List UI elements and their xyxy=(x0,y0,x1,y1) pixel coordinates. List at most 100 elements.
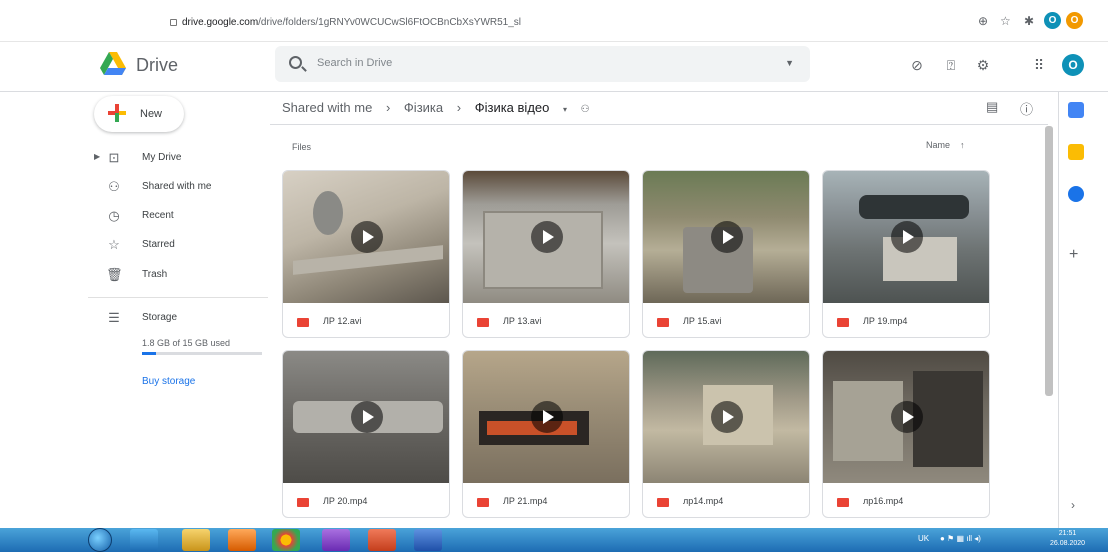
clock[interactable]: 21:51 26.08.2020 xyxy=(1050,529,1085,549)
list-view-icon[interactable]: ▤ xyxy=(986,99,998,115)
new-button[interactable]: New xyxy=(94,96,184,132)
sort-by-name-button[interactable]: Name ↑ xyxy=(926,140,965,150)
search-icon[interactable] xyxy=(289,56,302,69)
settings-gear-icon[interactable]: ⚙ xyxy=(974,56,992,74)
video-thumbnail[interactable] xyxy=(463,171,629,303)
sidebar-item-label: Shared with me xyxy=(142,181,212,192)
sort-label: Name xyxy=(926,140,951,150)
new-button-label: New xyxy=(140,108,163,120)
play-icon[interactable] xyxy=(531,401,563,433)
powerpoint-icon[interactable] xyxy=(368,529,396,551)
keep-icon[interactable] xyxy=(1068,144,1084,160)
people-icon: ⚇ xyxy=(108,179,120,194)
sidebar-item-label: Starred xyxy=(142,239,175,250)
extensions-icon[interactable]: ✱ xyxy=(1024,14,1034,28)
apps-grid-icon[interactable]: ⠿ xyxy=(1030,56,1048,74)
breadcrumb-separator: › xyxy=(385,100,391,115)
video-thumbnail[interactable] xyxy=(283,171,449,303)
play-icon[interactable] xyxy=(351,221,383,253)
header-divider xyxy=(270,124,1048,125)
file-card[interactable]: ЛР 13.avi xyxy=(462,170,630,338)
file-card[interactable]: ЛР 21.mp4 xyxy=(462,350,630,518)
tray-icons[interactable]: ● ⚑ ▦ ıll ◂) xyxy=(940,534,981,543)
file-card[interactable]: лр14.mp4 xyxy=(642,350,810,518)
video-file-icon xyxy=(477,318,489,327)
calendar-icon[interactable] xyxy=(1068,102,1084,118)
video-thumbnail[interactable] xyxy=(823,351,989,483)
video-file-icon xyxy=(837,498,849,507)
file-card[interactable]: ЛР 15.avi xyxy=(642,170,810,338)
zoom-icon[interactable]: ⊕ xyxy=(978,14,988,28)
video-file-icon xyxy=(297,318,309,327)
file-explorer-icon[interactable] xyxy=(182,529,210,551)
offline-ready-icon[interactable]: ⊘ xyxy=(908,56,926,74)
media-player-icon[interactable] xyxy=(228,529,256,551)
breadcrumb-item[interactable]: Shared with me xyxy=(282,100,372,115)
internet-explorer-icon[interactable] xyxy=(130,529,158,551)
word-icon[interactable] xyxy=(414,529,442,551)
play-icon[interactable] xyxy=(351,401,383,433)
search-input[interactable]: Search in Drive xyxy=(317,57,392,69)
file-card[interactable]: ЛР 19.mp4 xyxy=(822,170,990,338)
file-card[interactable]: ЛР 12.avi xyxy=(282,170,450,338)
info-icon[interactable]: ⓘ xyxy=(1020,99,1033,118)
show-side-panel-icon[interactable]: › xyxy=(1071,498,1075,512)
scrollbar-thumb[interactable] xyxy=(1045,126,1053,396)
sidebar-item-label: My Drive xyxy=(142,152,182,163)
file-name: ЛР 21.mp4 xyxy=(503,496,548,506)
play-icon[interactable] xyxy=(891,221,923,253)
file-name: ЛР 13.avi xyxy=(503,316,542,326)
buy-storage-link[interactable]: Buy storage xyxy=(142,376,195,387)
start-button-icon[interactable] xyxy=(88,528,112,552)
chrome-icon[interactable] xyxy=(272,529,300,551)
search-options-icon[interactable]: ▼ xyxy=(785,58,794,68)
thumbnail-detail xyxy=(913,371,983,467)
play-icon[interactable] xyxy=(711,401,743,433)
tasks-icon[interactable] xyxy=(1068,186,1084,202)
video-thumbnail[interactable] xyxy=(643,351,809,483)
expand-arrow-icon[interactable]: ▶ xyxy=(94,152,100,161)
file-name: ЛР 12.avi xyxy=(323,316,362,326)
sidebar-item-trash[interactable]: 🗑 Trash xyxy=(88,263,268,287)
extension-badge-icon[interactable]: O xyxy=(1066,12,1083,29)
storage-progress-fill xyxy=(142,352,157,355)
play-icon[interactable] xyxy=(891,401,923,433)
url-path: /drive/folders/1gRNYv0WCUCwSl6FtOCBnCbXs… xyxy=(258,17,522,28)
address-bar[interactable]: drive.google.com/drive/folders/1gRNYv0WC… xyxy=(168,12,958,34)
search-bar[interactable]: Search in Drive ▼ xyxy=(275,46,810,82)
sidebar-item-shared[interactable]: ⚇ Shared with me xyxy=(88,175,268,199)
file-card[interactable]: ЛР 20.mp4 xyxy=(282,350,450,518)
sidebar-divider xyxy=(88,297,268,298)
clock-date: 26.08.2020 xyxy=(1050,540,1086,547)
sidebar-item-starred[interactable]: ☆ Starred xyxy=(88,233,268,257)
breadcrumb-current[interactable]: Фізика відео xyxy=(475,100,550,115)
folder-menu-caret-icon[interactable]: ▾ xyxy=(563,105,567,114)
lock-icon xyxy=(170,19,177,26)
account-avatar[interactable]: O xyxy=(1062,54,1084,76)
sidebar-item-my-drive[interactable]: ▶ ⊡ My Drive xyxy=(88,146,268,170)
play-icon[interactable] xyxy=(711,221,743,253)
video-thumbnail[interactable] xyxy=(463,351,629,483)
video-thumbnail[interactable] xyxy=(823,171,989,303)
breadcrumb-item[interactable]: Фізика xyxy=(404,100,443,115)
viber-icon[interactable] xyxy=(322,529,350,551)
help-icon[interactable]: ⍰ xyxy=(942,56,960,74)
sidebar-item-recent[interactable]: ◷ Recent xyxy=(88,204,268,228)
file-card[interactable]: лр16.mp4 xyxy=(822,350,990,518)
file-name: лр16.mp4 xyxy=(863,496,904,506)
sidebar-item-storage[interactable]: ☰ Storage xyxy=(88,306,268,330)
language-indicator[interactable]: UK xyxy=(918,534,929,543)
trash-icon: 🗑 xyxy=(106,267,123,282)
bookmark-star-icon[interactable]: ☆ xyxy=(1000,14,1011,28)
star-icon: ☆ xyxy=(108,237,120,252)
sort-direction-arrow-icon[interactable]: ↑ xyxy=(960,140,965,150)
drive-logo-icon[interactable] xyxy=(100,52,126,76)
profile-extension-icon[interactable]: O xyxy=(1044,12,1061,29)
video-thumbnail[interactable] xyxy=(283,351,449,483)
clock-icon: ◷ xyxy=(108,208,120,223)
get-addons-icon[interactable]: + xyxy=(1069,246,1078,264)
video-file-icon xyxy=(657,318,669,327)
video-thumbnail[interactable] xyxy=(643,171,809,303)
play-icon[interactable] xyxy=(531,221,563,253)
app-title[interactable]: Drive xyxy=(136,55,178,76)
